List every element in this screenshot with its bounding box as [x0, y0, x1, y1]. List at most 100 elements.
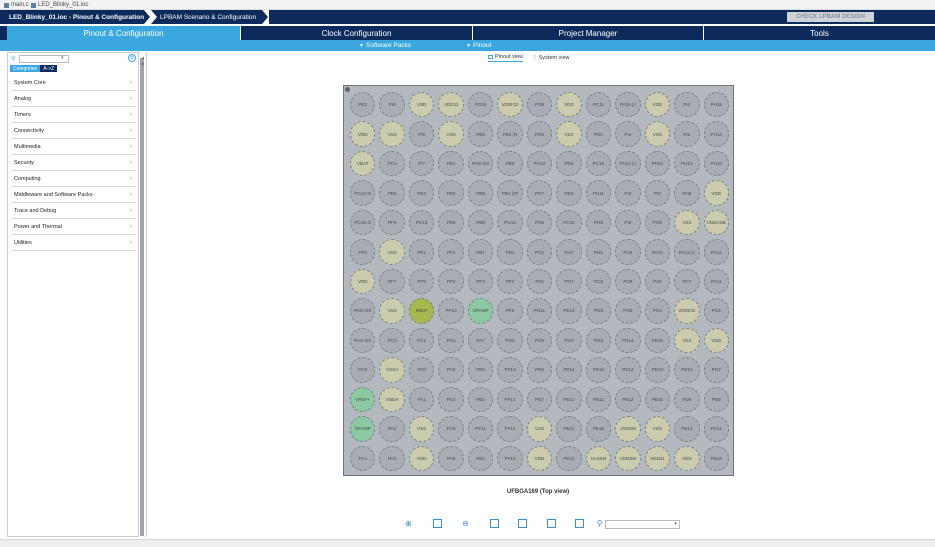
- pin-ball[interactable]: VDD: [644, 92, 671, 118]
- pin-ball[interactable]: PC2: [438, 327, 464, 354]
- pin-ball[interactable]: PG2: [703, 357, 729, 383]
- pin-ball[interactable]: PA12: [703, 239, 729, 265]
- pin-ball[interactable]: PB12: [615, 386, 641, 413]
- chevron-down-icon[interactable]: ▾: [61, 55, 64, 61]
- pin-ball[interactable]: PB3 (JT: [497, 180, 523, 206]
- pin-ball[interactable]: PG9: [526, 92, 553, 118]
- pin-ball[interactable]: PI7: [408, 150, 435, 177]
- pin-ball[interactable]: PG12: [497, 209, 523, 236]
- pin-ball[interactable]: PD11: [526, 298, 553, 324]
- pin-ball[interactable]: PH6: [644, 209, 671, 236]
- pin-ball[interactable]: PI1: [674, 92, 700, 118]
- category-timers[interactable]: Timers ›: [12, 107, 136, 123]
- pin-ball[interactable]: PA7: [467, 327, 494, 354]
- pin-ball[interactable]: PH11: [585, 180, 612, 206]
- pin-ball[interactable]: VDD11: [644, 445, 671, 471]
- pin-ball[interactable]: VDD: [350, 268, 376, 295]
- pin-ball[interactable]: PC15-O: [350, 209, 376, 236]
- pin-ball[interactable]: PG7: [556, 268, 582, 295]
- pin-ball[interactable]: PD14: [615, 327, 641, 354]
- pin-ball[interactable]: PH7: [556, 239, 582, 265]
- pin-ball[interactable]: PH0-OS: [350, 298, 376, 324]
- pin-ball[interactable]: PG3: [556, 327, 582, 354]
- pin-ball[interactable]: VSS: [408, 416, 435, 442]
- pin-ball[interactable]: PD0: [585, 121, 612, 147]
- pin-ball[interactable]: PF12: [497, 416, 523, 442]
- category-middleware[interactable]: Middleware and Software Packs ›: [12, 187, 136, 203]
- pin-ball[interactable]: PB0: [467, 357, 494, 383]
- pin-ball[interactable]: PC6: [703, 298, 729, 324]
- pin-ball[interactable]: PA0: [408, 357, 435, 383]
- pin-search-combo[interactable]: ▾: [605, 520, 680, 529]
- pin-ball[interactable]: PB11: [585, 386, 612, 413]
- pin-ball[interactable]: PE9: [526, 327, 553, 354]
- pin-ball[interactable]: PH12: [703, 121, 729, 147]
- flip-icon[interactable]: [518, 519, 527, 528]
- pin-ball[interactable]: PH15: [703, 92, 729, 118]
- pin-ball[interactable]: OPAMP: [467, 298, 494, 324]
- pin-ball[interactable]: VSS: [644, 416, 671, 442]
- pin-ball[interactable]: VDD: [703, 327, 729, 354]
- pin-ball[interactable]: PH14: [644, 150, 671, 177]
- pin-ball[interactable]: PF0: [379, 209, 405, 236]
- pin-ball[interactable]: PE13: [556, 386, 582, 413]
- pin-ball[interactable]: PA2: [379, 416, 405, 442]
- pin-ball[interactable]: PD1: [497, 239, 523, 265]
- pin-ball[interactable]: PD7: [526, 180, 553, 206]
- pin-ball[interactable]: PC11: [585, 92, 612, 118]
- pin-ball[interactable]: PE0: [438, 180, 464, 206]
- pin-ball[interactable]: PB5: [497, 150, 523, 177]
- pin-ball[interactable]: VSS: [674, 209, 700, 236]
- pin-ball[interactable]: PF3: [467, 268, 494, 295]
- pin-ball[interactable]: PB15: [644, 386, 671, 413]
- search-icon[interactable]: ⚲: [595, 519, 604, 528]
- tab-pinout-configuration[interactable]: Pinout & Configuration: [7, 26, 240, 40]
- pin-ball[interactable]: PA14 (J: [615, 150, 641, 177]
- pin-ball[interactable]: PC3: [350, 357, 376, 383]
- pin-ball[interactable]: PE14: [556, 357, 582, 383]
- fit-icon[interactable]: [433, 519, 442, 528]
- rotate-icon[interactable]: [490, 519, 499, 528]
- zoom-in-icon[interactable]: ⊕: [404, 519, 413, 528]
- pin-ball[interactable]: PF7: [379, 268, 405, 295]
- pin-ball[interactable]: PB4 (N: [497, 121, 523, 147]
- tab-tools[interactable]: Tools: [703, 26, 935, 40]
- pin-ball[interactable]: PE1: [438, 150, 464, 177]
- category-security[interactable]: Security ›: [12, 155, 136, 171]
- pin-ball[interactable]: PB13: [703, 445, 729, 471]
- pin-ball[interactable]: VDD: [526, 445, 553, 471]
- pin-ball[interactable]: PB9: [467, 209, 494, 236]
- pin-ball[interactable]: PC14-O: [350, 180, 376, 206]
- pin-ball[interactable]: PA11: [703, 268, 729, 295]
- pin-ball[interactable]: PA3: [379, 445, 405, 471]
- file-tab-ioc[interactable]: LED_Blinky_01.ioc: [31, 2, 88, 8]
- pin-ball[interactable]: PF9: [408, 268, 435, 295]
- category-trace-debug[interactable]: Trace and Debug ›: [12, 203, 136, 219]
- pin-ball[interactable]: PF6: [497, 298, 523, 324]
- pin-ball[interactable]: PH13: [674, 150, 700, 177]
- pin-ball[interactable]: PC9: [615, 268, 641, 295]
- pin-ball[interactable]: PI6: [615, 209, 641, 236]
- pin-ball[interactable]: PF8: [350, 239, 376, 265]
- pin-ball[interactable]: PE6: [438, 209, 464, 236]
- pinout-view-toggle[interactable]: Pinout view: [488, 54, 524, 62]
- pin-ball[interactable]: PA5: [438, 357, 464, 383]
- check-lpbam-design-button[interactable]: CHECK LPBAM DESIGN: [787, 12, 874, 22]
- pin-ball[interactable]: VDDSM: [615, 445, 641, 471]
- pin-ball[interactable]: VSS: [379, 239, 405, 265]
- pin-ball[interactable]: VDD: [408, 445, 435, 471]
- pin-ball[interactable]: PE5: [379, 180, 405, 206]
- collapse-arrows-icon[interactable]: ◂ ▸: [142, 55, 144, 67]
- file-tab-main-c[interactable]: main.c: [4, 2, 29, 8]
- pin-ball[interactable]: PG6: [615, 298, 641, 324]
- pin-ball[interactable]: PA6: [438, 445, 464, 471]
- pin-ball[interactable]: PE2: [350, 92, 376, 118]
- pin-ball[interactable]: PE8: [526, 357, 553, 383]
- pin-ball[interactable]: PE11: [556, 416, 582, 442]
- pin-ball[interactable]: PC5: [438, 416, 464, 442]
- pin-ball[interactable]: PA4: [350, 445, 376, 471]
- pin-ball[interactable]: PG10: [526, 150, 553, 177]
- pin-ball[interactable]: PD12: [615, 357, 641, 383]
- pin-ball[interactable]: PE12: [556, 445, 582, 471]
- pin-ball[interactable]: VSSSM: [615, 416, 641, 442]
